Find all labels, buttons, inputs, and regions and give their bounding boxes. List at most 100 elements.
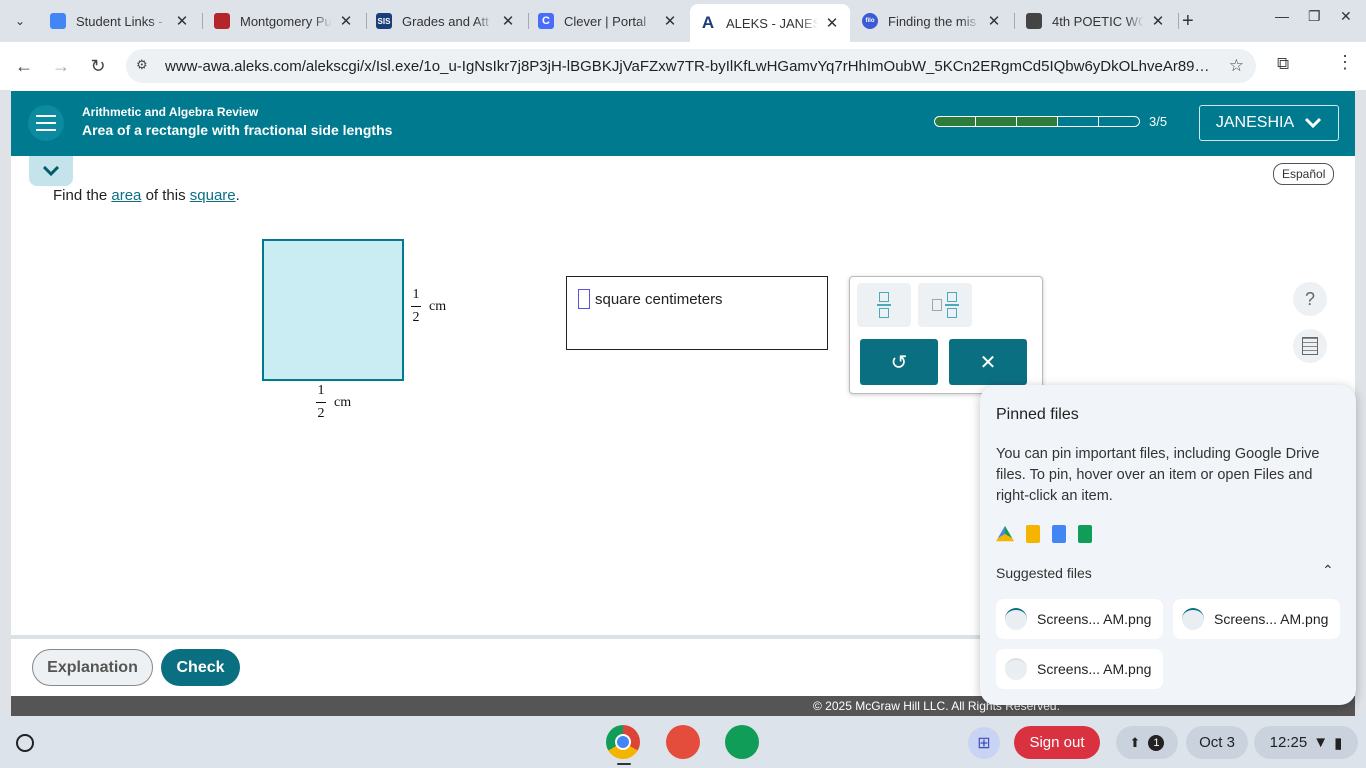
file-thumbnail [1005, 608, 1027, 630]
tab-aleks[interactable]: A ALEKS - JANES ✕ [690, 4, 850, 42]
fraction-button[interactable] [857, 283, 911, 327]
close-icon[interactable]: ✕ [1150, 12, 1166, 30]
square-glossary-link[interactable]: square [190, 187, 236, 204]
right-side-length: 12 cm [411, 287, 447, 325]
close-icon[interactable]: ✕ [824, 14, 840, 32]
progress-segment [1098, 116, 1140, 127]
forward-arrow-icon[interactable]: → [49, 54, 73, 78]
progress-segment [1016, 116, 1058, 127]
tab-montgomery[interactable]: Montgomery Pu ✕ [204, 6, 364, 36]
mixed-number-button[interactable] [918, 283, 972, 327]
active-app-indicator [617, 763, 631, 765]
file-thumbnail [1005, 658, 1027, 680]
tab-title: Grades and Att [402, 13, 489, 29]
user-name: JANESHIA [1215, 114, 1295, 131]
clear-button[interactable]: ✕ [949, 339, 1027, 385]
close-icon[interactable]: ✕ [338, 12, 354, 30]
tab-clever[interactable]: C Clever | Portal ✕ [528, 6, 688, 36]
close-icon[interactable]: ✕ [986, 12, 1002, 30]
tab-title: Student Links - [76, 13, 163, 29]
problem-prompt: Find the area of this square. [53, 187, 240, 204]
back-arrow-icon[interactable]: ← [12, 54, 36, 78]
browser-toolbar: ← → ↻ ⚙ www-awa.aleks.com/alekscgi/x/Isl… [0, 42, 1366, 90]
close-icon[interactable]: ✕ [500, 12, 516, 30]
answer-unit-label: square centimeters [595, 291, 723, 308]
google-drive-icon [996, 525, 1014, 542]
close-window-icon[interactable]: ✕ [1340, 8, 1352, 25]
calculator-icon [1302, 337, 1318, 355]
square-figure [262, 239, 404, 381]
suggested-files-title: Suggested files [996, 565, 1092, 581]
math-keypad: ↺ ✕ [849, 276, 1043, 394]
undo-icon: ↺ [890, 351, 908, 374]
new-tab-plus-icon[interactable]: + [1182, 10, 1194, 33]
art-app-icon[interactable] [666, 725, 700, 759]
minimize-icon[interactable]: — [1275, 8, 1289, 24]
date-button[interactable]: Oct 3 [1186, 726, 1248, 759]
explanation-button[interactable]: Explanation [32, 649, 153, 686]
tab-student-links[interactable]: Student Links - ✕ [40, 6, 200, 36]
answer-input[interactable] [578, 289, 590, 309]
bookmark-star-icon[interactable]: ☆ [1229, 56, 1244, 76]
suggested-file[interactable]: Screens... AM.png [996, 649, 1163, 689]
pinned-files-description: You can pin important files, including G… [996, 446, 1320, 504]
tab-search-button[interactable]: ⌄ [8, 9, 32, 33]
user-menu-button[interactable]: JANESHIA [1199, 105, 1339, 141]
clever-favicon-icon: C [538, 13, 554, 29]
pinned-files-panel: Pinned files You can pin important files… [980, 385, 1356, 705]
answer-input-area[interactable]: square centimeters [566, 276, 828, 350]
tab-poetic[interactable]: 4th POETIC WO ✕ [1016, 6, 1176, 36]
file-name: Screens... AM.png [1037, 611, 1152, 627]
aleks-header: Arithmetic and Algebra Review Area of a … [11, 91, 1355, 156]
more-menu-icon[interactable]: ⋮ [1336, 52, 1354, 73]
pinned-files-title: Pinned files [996, 406, 1079, 423]
tab-title: 4th POETIC WO [1052, 13, 1144, 29]
school-crest-icon [214, 13, 230, 29]
help-button[interactable]: ? [1293, 282, 1327, 316]
upload-icon: ⬆ [1129, 734, 1141, 750]
clear-x-icon: ✕ [979, 351, 997, 374]
tab-strip: ⌄ Student Links - ✕ Montgomery Pu ✕ SIS … [0, 0, 1366, 42]
classroom-app-icon[interactable] [725, 725, 759, 759]
area-glossary-link[interactable]: area [111, 187, 141, 204]
undo-button[interactable]: ↺ [860, 339, 938, 385]
aleks-favicon-icon: A [701, 13, 715, 32]
launcher-icon[interactable] [16, 734, 34, 752]
chevron-down-icon [1305, 117, 1322, 129]
tab-grades[interactable]: SIS Grades and Att ✕ [366, 6, 526, 36]
language-toggle-button[interactable]: Español [1273, 163, 1335, 185]
app-icons-row [996, 525, 1092, 543]
topic-title: Area of a rectangle with fractional side… [82, 122, 393, 138]
collapse-header-button[interactable] [29, 156, 73, 186]
notification-pill[interactable]: ⬆ 1 [1116, 726, 1178, 759]
calculator-button[interactable] [1293, 329, 1327, 363]
clock-time: 12:25 [1269, 734, 1308, 751]
file-name: Screens... AM.png [1214, 611, 1329, 627]
classroom-favicon-icon [1026, 13, 1042, 29]
check-button[interactable]: Check [161, 649, 240, 686]
reload-icon[interactable]: ↻ [86, 54, 110, 78]
address-bar[interactable]: ⚙ www-awa.aleks.com/alekscgi/x/Isl.exe/1… [126, 49, 1256, 83]
file-name: Screens... AM.png [1037, 661, 1152, 677]
chrome-app-icon[interactable] [606, 725, 640, 759]
bottom-side-length: 12 cm [316, 383, 352, 421]
url-text[interactable]: www-awa.aleks.com/alekscgi/x/Isl.exe/1o_… [165, 58, 1210, 75]
extensions-puzzle-icon[interactable]: ⧉ [1277, 54, 1289, 74]
site-settings-icon[interactable]: ⚙ [136, 57, 154, 75]
docs-favicon-icon [50, 13, 66, 29]
sis-favicon-icon: SIS [376, 13, 392, 29]
close-icon[interactable]: ✕ [174, 12, 190, 30]
notification-count: 1 [1148, 734, 1165, 751]
tote-pinned-files-icon[interactable]: ⊞ [968, 727, 1000, 759]
sign-out-button[interactable]: Sign out [1014, 726, 1100, 759]
mixed-number-icon [931, 292, 959, 318]
progress-segment [1057, 116, 1099, 127]
suggested-file[interactable]: Screens... AM.png [1173, 599, 1340, 639]
suggested-file[interactable]: Screens... AM.png [996, 599, 1163, 639]
tab-filo[interactable]: filo Finding the mis ✕ [852, 6, 1012, 36]
hamburger-menu-icon[interactable] [28, 105, 64, 141]
chevron-up-icon[interactable]: ⌃ [1322, 562, 1334, 579]
status-tray[interactable]: 12:25 ▼ ▮ [1254, 726, 1358, 759]
restore-icon[interactable]: ❐ [1308, 8, 1321, 25]
close-icon[interactable]: ✕ [662, 12, 678, 30]
